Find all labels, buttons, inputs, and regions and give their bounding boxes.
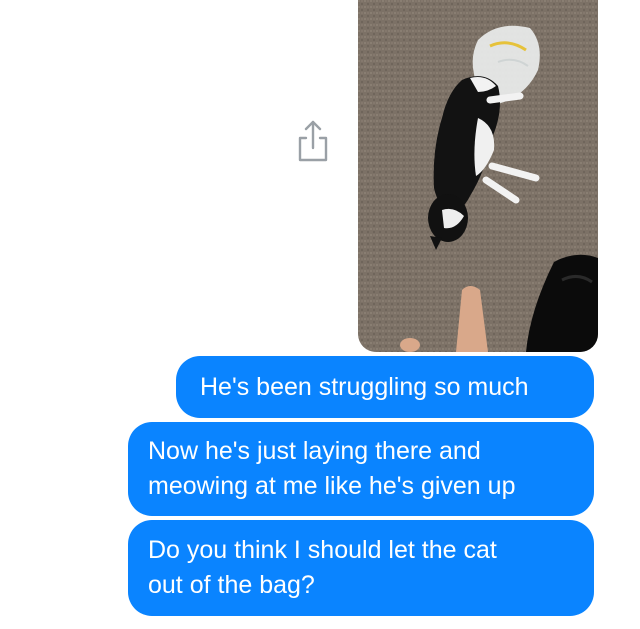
message-text-1: He's been struggling so much bbox=[200, 372, 529, 401]
message-text-3: Do you think I should let the cat out of… bbox=[148, 536, 497, 599]
message-bubble-2[interactable]: Now he's just laying there and meowing a… bbox=[128, 422, 594, 516]
message-bubble-1[interactable]: He's been struggling so much bbox=[176, 356, 594, 418]
share-icon[interactable] bbox=[296, 118, 330, 162]
photo-attachment[interactable] bbox=[358, 0, 598, 352]
message-bubble-3[interactable]: Do you think I should let the cat out of… bbox=[128, 520, 594, 616]
message-text-2: Now he's just laying there and meowing a… bbox=[148, 437, 516, 500]
